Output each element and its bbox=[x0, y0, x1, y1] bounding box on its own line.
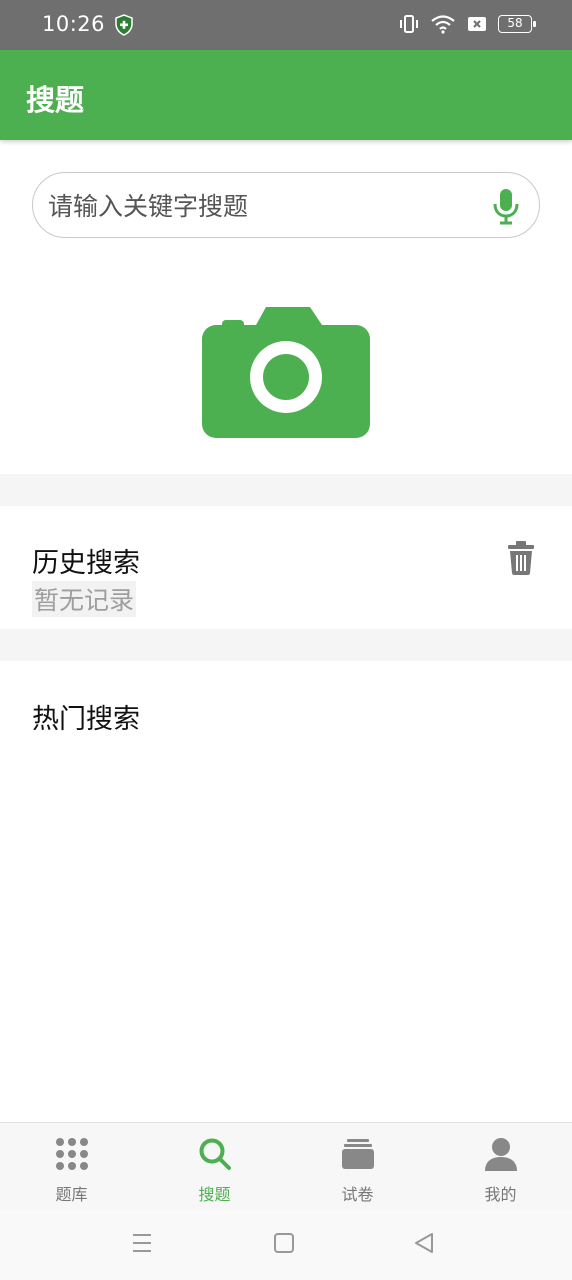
search-icon bbox=[199, 1138, 231, 1170]
history-title: 历史搜索 bbox=[32, 548, 140, 579]
papers-icon bbox=[341, 1139, 374, 1169]
tab-search[interactable]: 搜题 bbox=[143, 1123, 286, 1211]
mic-icon[interactable] bbox=[491, 187, 521, 225]
shield-icon bbox=[115, 14, 133, 36]
tab-label: 搜题 bbox=[198, 1185, 231, 1204]
section-divider bbox=[0, 474, 572, 506]
page-title: 搜题 bbox=[26, 83, 85, 117]
person-icon bbox=[484, 1138, 517, 1171]
search-placeholder: 请输入关键字搜题 bbox=[48, 192, 249, 221]
back-icon[interactable] bbox=[413, 1232, 435, 1254]
home-icon[interactable] bbox=[273, 1232, 295, 1254]
menu-icon[interactable] bbox=[131, 1232, 153, 1254]
history-empty-text: 暂无记录 bbox=[32, 581, 137, 617]
battery-icon: 58 bbox=[498, 15, 536, 33]
camera-icon[interactable] bbox=[202, 305, 370, 438]
system-nav-bar bbox=[0, 1210, 572, 1280]
section-divider bbox=[0, 629, 572, 661]
no-sim-icon bbox=[468, 17, 486, 31]
grid-icon bbox=[55, 1138, 88, 1170]
tab-papers[interactable]: 试卷 bbox=[286, 1123, 429, 1211]
app-bar: 搜题 bbox=[0, 50, 572, 140]
bottom-tab-bar: 题库 搜题 试卷 我的 bbox=[0, 1122, 572, 1211]
tab-label: 题库 bbox=[55, 1185, 88, 1204]
status-time: 10:26 bbox=[42, 12, 106, 36]
wifi-icon bbox=[431, 15, 455, 34]
vibrate-icon bbox=[400, 15, 418, 33]
hot-search-title: 热门搜索 bbox=[32, 704, 140, 735]
status-bar: 10:26 58 bbox=[0, 0, 572, 50]
tab-label: 我的 bbox=[484, 1185, 517, 1204]
trash-icon[interactable] bbox=[506, 541, 536, 575]
tab-profile[interactable]: 我的 bbox=[429, 1123, 572, 1211]
search-input[interactable]: 请输入关键字搜题 bbox=[32, 172, 540, 238]
tab-question-bank[interactable]: 题库 bbox=[0, 1123, 143, 1211]
tab-label: 试卷 bbox=[341, 1185, 374, 1204]
